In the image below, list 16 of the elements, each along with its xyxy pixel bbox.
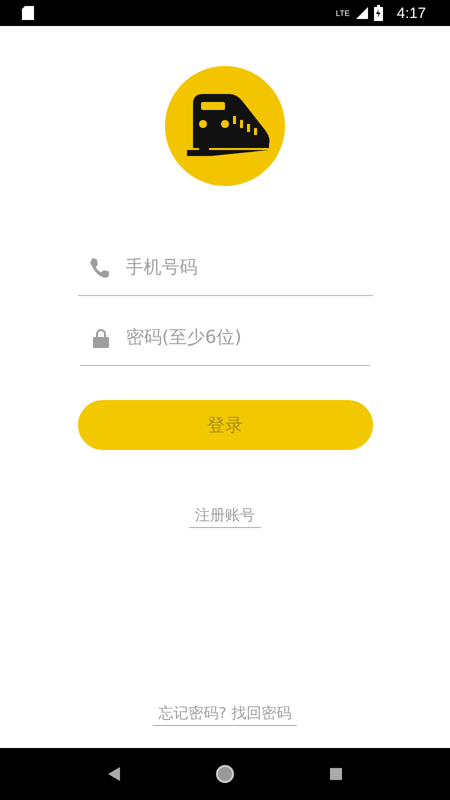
- battery-icon: [374, 5, 383, 21]
- back-icon[interactable]: [108, 767, 120, 781]
- sd-card-icon: [22, 6, 34, 20]
- phone-icon: [88, 256, 110, 278]
- login-button[interactable]: 登录: [78, 400, 372, 450]
- phone-field[interactable]: 手机号码: [124, 256, 328, 279]
- network-type: LTE: [336, 8, 350, 18]
- clock-time: 4:17: [396, 4, 426, 22]
- forgot-password-link[interactable]: 忘记密码? 找回密码: [152, 704, 298, 726]
- home-icon[interactable]: [214, 764, 235, 784]
- register-link[interactable]: 注册账号: [189, 506, 261, 528]
- recents-icon[interactable]: [330, 768, 342, 780]
- train-logo-icon: [165, 66, 285, 186]
- signal-icon: [356, 7, 368, 19]
- lock-icon: [92, 328, 110, 348]
- password-field[interactable]: 密码(至少6位): [124, 326, 328, 349]
